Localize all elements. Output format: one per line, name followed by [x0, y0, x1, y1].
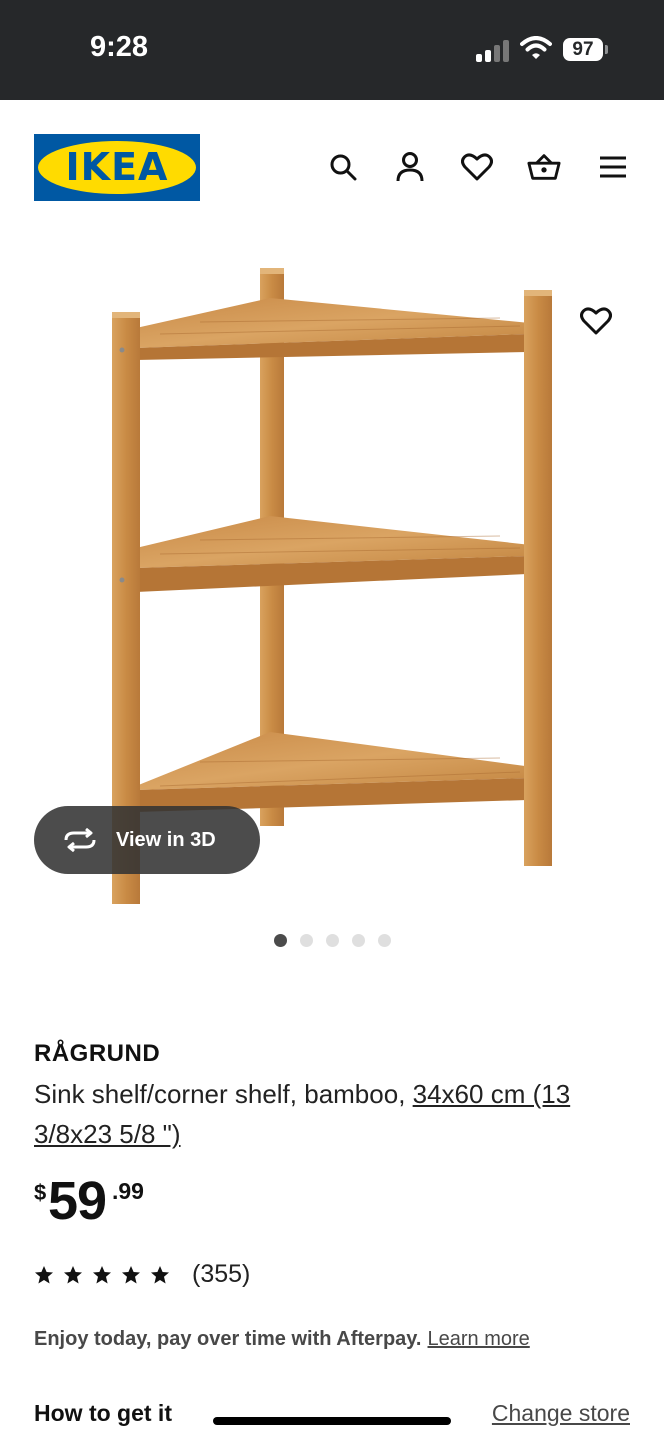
gallery-dot[interactable] [351, 934, 365, 947]
product-image-gallery[interactable]: View in 3D [0, 230, 664, 960]
price-integer: 59 [48, 1171, 107, 1231]
ikea-logo-text: IKEA [38, 141, 196, 194]
product-name: RÅGRUND [34, 1040, 161, 1067]
view-in-3d-label: View in 3D [116, 828, 216, 851]
afterpay-text: Enjoy today, pay over time with Afterpay… [34, 1328, 422, 1350]
battery-cap [605, 45, 608, 54]
change-store-link[interactable]: Change store [492, 1400, 630, 1427]
shopping-basket-icon[interactable] [527, 150, 561, 184]
ikea-logo[interactable]: IKEA [34, 134, 200, 201]
price-decimal: .99 [112, 1178, 144, 1204]
favourites-heart-icon[interactable] [460, 150, 494, 184]
save-to-favourites-heart-icon[interactable] [576, 301, 616, 341]
star-icon [35, 1265, 53, 1283]
product-description-text: Sink shelf/corner shelf, bamboo, [34, 1079, 413, 1109]
search-icon[interactable] [326, 150, 360, 184]
cellular-signal-icon [476, 40, 510, 62]
home-indicator[interactable] [213, 1417, 451, 1425]
product-info: RÅGRUND Sink shelf/corner shelf, bamboo,… [34, 1040, 634, 1154]
star-icon [64, 1265, 82, 1283]
star-icon [93, 1265, 111, 1283]
rotate-3d-icon [62, 827, 102, 853]
afterpay-learn-more-link[interactable]: Learn more [428, 1328, 530, 1350]
rating-count: (355) [192, 1260, 251, 1288]
gallery-dot[interactable] [325, 934, 339, 947]
product-rating[interactable]: (355) [34, 1260, 250, 1289]
gallery-dot[interactable] [377, 934, 391, 947]
gallery-dot-active[interactable] [273, 934, 287, 947]
view-in-3d-button[interactable]: View in 3D [34, 806, 260, 874]
wifi-icon [520, 36, 552, 65]
star-icon [151, 1265, 169, 1283]
gallery-pagination [0, 934, 664, 954]
price-currency: $ [34, 1180, 47, 1205]
status-bar: 9:28 97 [0, 0, 664, 100]
status-time: 9:28 [90, 31, 149, 63]
battery-indicator: 97 [563, 38, 603, 61]
site-header: IKEA [0, 100, 664, 230]
afterpay-message: Enjoy today, pay over time with Afterpay… [34, 1328, 530, 1351]
rating-stars [34, 1265, 170, 1285]
gallery-dot[interactable] [299, 934, 313, 947]
menu-icon[interactable] [596, 150, 630, 184]
star-icon [122, 1265, 140, 1283]
how-to-get-it-heading: How to get it [34, 1400, 172, 1426]
product-description: Sink shelf/corner shelf, bamboo, 34x60 c… [34, 1074, 634, 1154]
account-icon[interactable] [393, 150, 427, 184]
